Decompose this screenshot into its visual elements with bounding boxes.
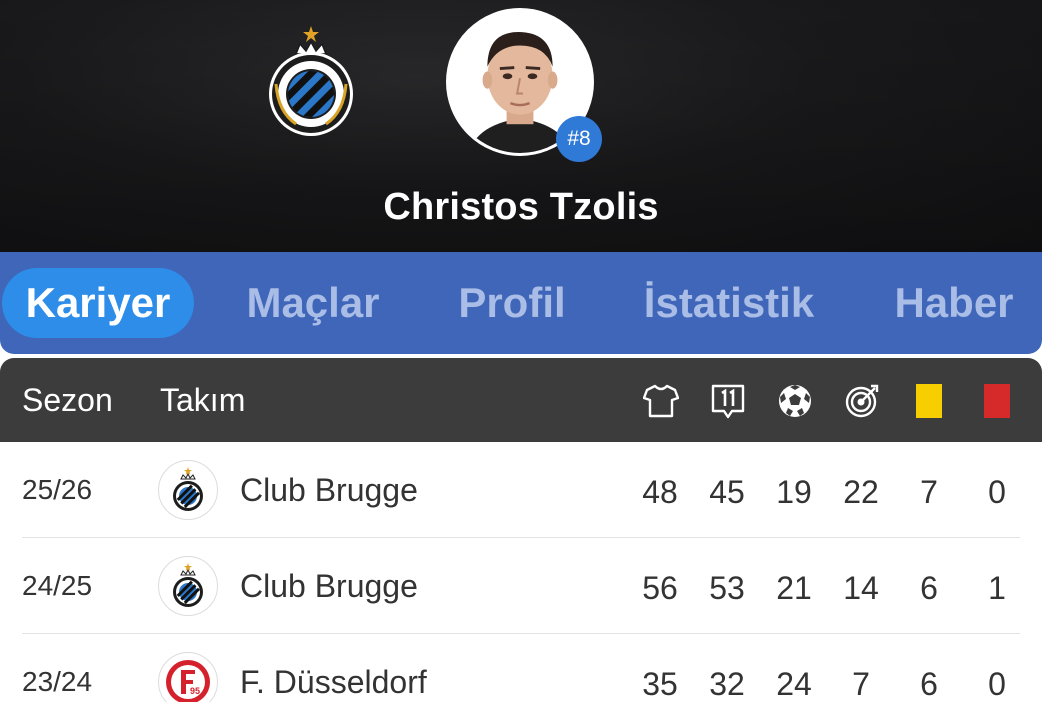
- season-cell: 24/25: [22, 570, 93, 601]
- stat-starts: 53: [709, 570, 745, 606]
- red-card-icon[interactable]: [978, 382, 1016, 420]
- player-name: Christos Tzolis: [383, 186, 659, 228]
- club-brugge-logo-icon: [158, 460, 218, 520]
- tab-maclar[interactable]: Maçlar: [226, 268, 400, 338]
- stat-assists: 7: [852, 666, 870, 702]
- column-header-season[interactable]: Sezon: [22, 358, 113, 442]
- team-name: Club Brugge: [240, 568, 418, 604]
- stat-assists: 14: [843, 570, 879, 606]
- club-brugge-crest-icon[interactable]: [266, 24, 356, 136]
- season-cell: 25/26: [22, 474, 93, 505]
- fortuna-dusseldorf-logo-icon: 95: [158, 652, 218, 702]
- stat-starts: 45: [709, 474, 745, 510]
- stat-red-cards: 0: [988, 666, 1006, 702]
- stat-goals: 21: [776, 570, 812, 606]
- shirt-icon[interactable]: [642, 382, 680, 420]
- jersey-number-badge: #8: [556, 116, 602, 162]
- team-name: Club Brugge: [240, 472, 418, 508]
- column-header-team[interactable]: Takım: [160, 358, 245, 442]
- target-icon[interactable]: [843, 382, 881, 420]
- stat-starts: 32: [709, 666, 745, 702]
- stat-yellow-cards: 6: [920, 570, 938, 606]
- stat-red-cards: 1: [988, 570, 1006, 606]
- svg-text:95: 95: [190, 686, 200, 696]
- table-row[interactable]: 25/26 Club Brugge 48 45 19 22 7 0: [0, 442, 1042, 538]
- stat-red-cards: 0: [988, 474, 1006, 510]
- career-table-header: Sezon Takım: [0, 358, 1042, 442]
- season-cell: 23/24: [22, 666, 93, 697]
- stat-yellow-cards: 6: [920, 666, 938, 702]
- tab-haber[interactable]: Haber: [878, 268, 1030, 338]
- stat-appearances: 48: [642, 474, 678, 510]
- stat-appearances: 35: [642, 666, 678, 702]
- stat-assists: 22: [843, 474, 879, 510]
- tab-bar: Kariyer Maçlar Profil İstatistik Haber: [0, 252, 1042, 354]
- stat-goals: 19: [776, 474, 812, 510]
- tab-profil[interactable]: Profil: [440, 268, 584, 338]
- tab-kariyer[interactable]: Kariyer: [2, 268, 194, 338]
- tab-istatistik[interactable]: İstatistik: [626, 268, 832, 338]
- stat-goals: 24: [776, 666, 812, 702]
- player-header: #8 Christos Tzolis: [0, 0, 1042, 256]
- table-row[interactable]: 24/25 Club Brugge 56 53 21 14 6 1: [0, 538, 1042, 634]
- team-name: F. Düsseldorf: [240, 664, 427, 700]
- club-brugge-logo-icon: [158, 556, 218, 616]
- yellow-card-icon[interactable]: [910, 382, 948, 420]
- lineup-icon[interactable]: [709, 382, 747, 420]
- table-row[interactable]: 23/24 95 F. Düsseldorf 35 32 24 7 6 0: [0, 634, 1042, 702]
- ball-icon[interactable]: [776, 382, 814, 420]
- stat-appearances: 56: [642, 570, 678, 606]
- stat-yellow-cards: 7: [920, 474, 938, 510]
